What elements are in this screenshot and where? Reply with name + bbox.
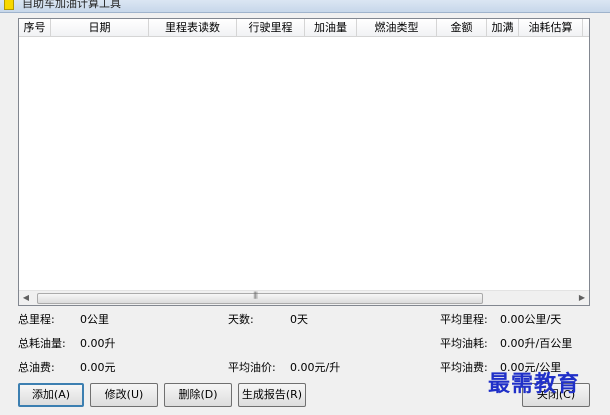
total-fuel-label: 总耗油量:	[18, 337, 66, 350]
watermark-text: 最需教育	[488, 371, 581, 397]
column-header-distance[interactable]: 行驶里程	[237, 19, 305, 37]
scroll-thumb[interactable]: |||	[37, 291, 483, 304]
column-header-index[interactable]: 序号	[19, 19, 51, 37]
records-list[interactable]: 序号 日期 里程表读数 行驶里程 加油量 燃油类型 金额 加满 油耗估算 加 ◀…	[18, 18, 590, 306]
column-header-consumption[interactable]: 油耗估算	[519, 19, 583, 37]
avg-mileage-label: 平均里程:	[440, 313, 488, 326]
days-label: 天数:	[228, 313, 254, 326]
column-header-full[interactable]: 加满	[487, 19, 519, 37]
avg-mileage-value: 0.00公里/天	[500, 313, 562, 326]
scroll-left-icon[interactable]: ◀	[19, 291, 33, 305]
column-header-fuel-amount[interactable]: 加油量	[305, 19, 357, 37]
total-mileage-value: 0公里	[80, 313, 109, 326]
total-cost-label: 总油费:	[18, 361, 55, 374]
avg-cost-label: 平均油费:	[440, 361, 488, 374]
days-value: 0天	[290, 313, 308, 326]
column-header-cost[interactable]: 金额	[437, 19, 487, 37]
avg-price-label: 平均油价:	[228, 361, 276, 374]
total-cost-value: 0.00元	[80, 361, 116, 374]
scroll-right-icon[interactable]: ▶	[575, 291, 589, 305]
edit-button[interactable]: 修改(U)	[90, 383, 158, 407]
column-header-extra[interactable]: 加	[583, 19, 589, 37]
app-icon	[4, 0, 14, 10]
avg-fuel-value: 0.00升/百公里	[500, 337, 573, 350]
delete-button[interactable]: 删除(D)	[164, 383, 232, 407]
column-header-fuel-type[interactable]: 燃油类型	[357, 19, 437, 37]
horizontal-scrollbar[interactable]: ◀ ||| ▶	[19, 290, 589, 305]
window-title: 自助车加油计算工具	[22, 0, 121, 10]
title-bar: 自助车加油计算工具	[0, 0, 610, 13]
total-mileage-label: 总里程:	[18, 313, 55, 326]
add-button[interactable]: 添加(A)	[18, 383, 84, 407]
column-header-odometer[interactable]: 里程表读数	[149, 19, 237, 37]
total-fuel-value: 0.00升	[80, 337, 116, 350]
list-header: 序号 日期 里程表读数 行驶里程 加油量 燃油类型 金额 加满 油耗估算 加	[19, 19, 589, 37]
column-header-date[interactable]: 日期	[51, 19, 149, 37]
grip-icon: |||	[253, 291, 258, 299]
report-button[interactable]: 生成报告(R)	[238, 383, 306, 407]
avg-fuel-label: 平均油耗:	[440, 337, 488, 350]
avg-price-value: 0.00元/升	[290, 361, 341, 374]
